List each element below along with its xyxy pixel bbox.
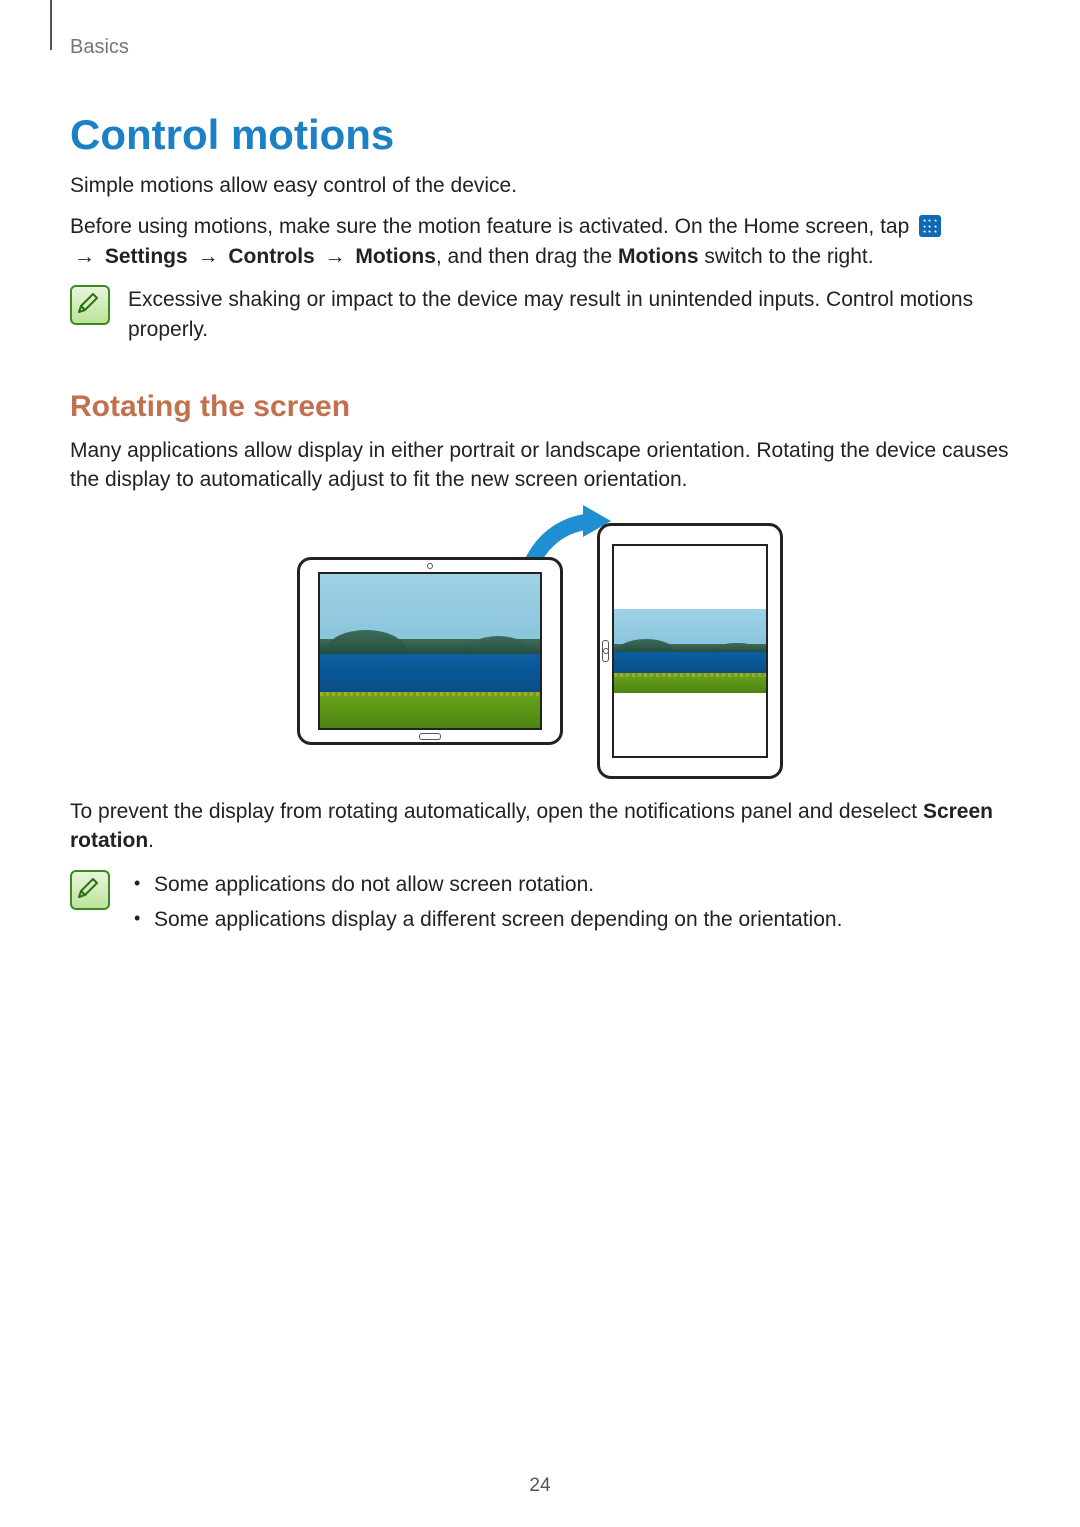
note-icon [70, 870, 110, 910]
sub-paragraph-2: To prevent the display from rotating aut… [70, 797, 1010, 856]
page-number: 24 [0, 1475, 1080, 1497]
intro-paragraph-1: Simple motions allow easy control of the… [70, 171, 1010, 200]
note-icon [70, 285, 110, 325]
pencil-icon [75, 290, 101, 316]
sub-paragraph-1: Many applications allow display in eithe… [70, 436, 1010, 495]
path-motions-switch: Motions [618, 245, 698, 268]
path-controls: Controls [228, 245, 314, 268]
path-settings: Settings [105, 245, 188, 268]
note1-text: Excessive shaking or impact to the devic… [128, 285, 1010, 344]
breadcrumb: Basics [70, 36, 1010, 59]
sub2-pre: To prevent the display from rotating aut… [70, 800, 923, 823]
arrow-2: → [194, 245, 223, 268]
tablet-landscape [297, 557, 563, 745]
pencil-icon [75, 875, 101, 901]
subsection-title: Rotating the screen [70, 390, 1010, 424]
apps-icon [919, 215, 941, 237]
tablet-landscape-screen [318, 572, 542, 730]
home-button [419, 733, 441, 740]
note-1: Excessive shaking or impact to the devic… [70, 285, 1010, 344]
photo-portrait [614, 609, 766, 693]
page: Basics Control motions Simple motions al… [0, 0, 1080, 1527]
camera-dot [427, 563, 433, 569]
list-item: Some applications do not allow screen ro… [148, 870, 1010, 899]
intro2-pre: Before using motions, make sure the moti… [70, 215, 915, 238]
note-2: Some applications do not allow screen ro… [70, 870, 1010, 941]
note2-body: Some applications do not allow screen ro… [128, 870, 1010, 941]
path-motions-menu: Motions [355, 245, 435, 268]
arrow-3: → [321, 245, 350, 268]
tablet-portrait-screen [612, 544, 768, 758]
list-item: Some applications display a different sc… [148, 905, 1010, 934]
side-rule [50, 0, 52, 50]
path-tail2: switch to the right. [699, 245, 874, 268]
section-title: Control motions [70, 111, 1010, 159]
intro-paragraph-2: Before using motions, make sure the moti… [70, 212, 1010, 271]
home-button [602, 640, 609, 662]
sub2-post: . [148, 829, 154, 852]
arrow-1: → [70, 245, 99, 268]
note2-list: Some applications do not allow screen ro… [128, 870, 1010, 935]
tablet-portrait [597, 523, 783, 779]
photo-landscape [320, 574, 540, 728]
path-tail1: , and then drag the [436, 245, 618, 268]
rotation-figure [70, 523, 1010, 779]
